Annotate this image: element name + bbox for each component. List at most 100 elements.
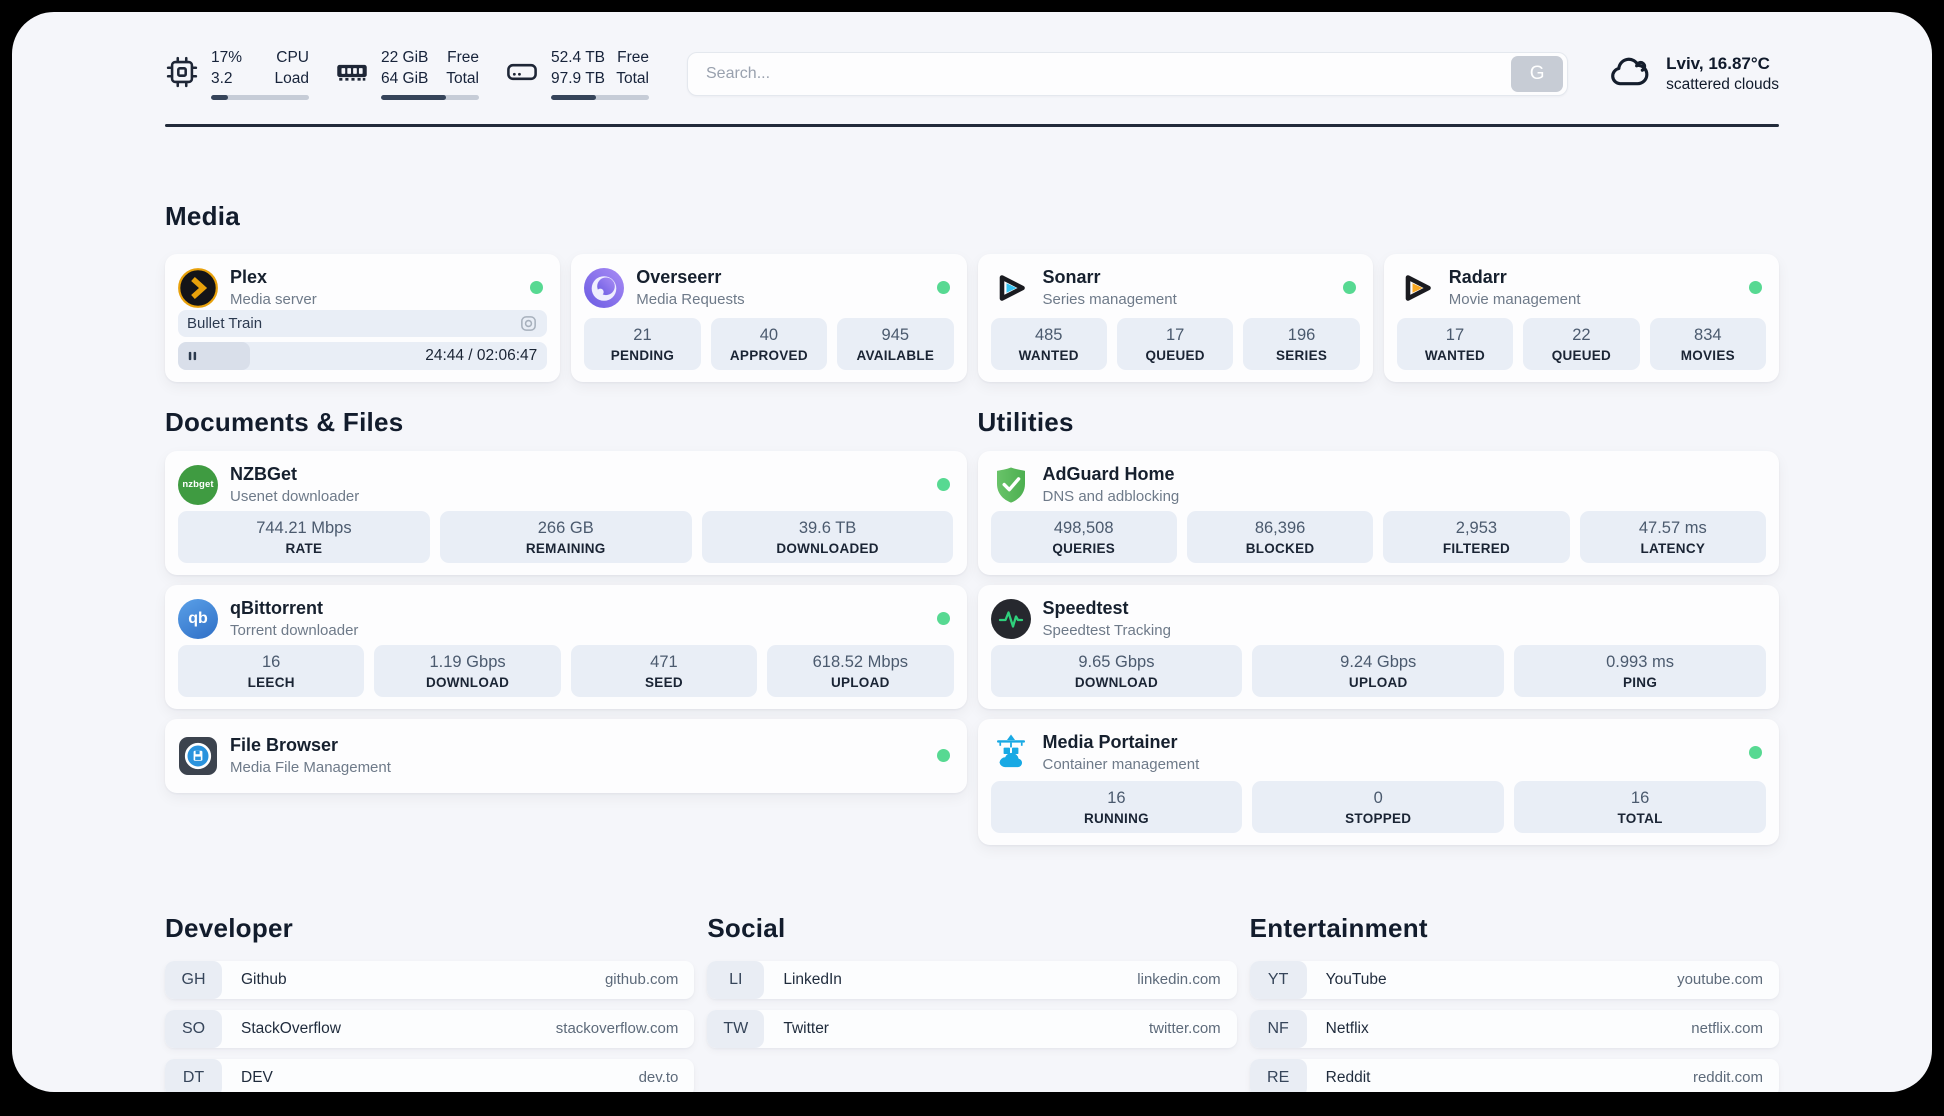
sonarr-icon (991, 268, 1031, 308)
nzbget-icon: nzbget (178, 464, 218, 505)
bookmark-abbr: LI (707, 960, 765, 999)
media-card-row: Plex Media server Bullet Train 24:44 / 0… (165, 253, 1779, 382)
card-title: Radarr (1448, 266, 1507, 287)
plex-icon (178, 267, 218, 308)
search-provider-button[interactable]: G (1511, 56, 1564, 92)
bookmark-abbr: RE (1249, 1058, 1307, 1092)
bookmark-reddit[interactable]: RE Reddit reddit.com (1249, 1058, 1779, 1092)
bookmark-twitter[interactable]: TW Twitter twitter.com (707, 1009, 1237, 1048)
bookmark-abbr: SO (165, 1009, 222, 1048)
now-playing-row: Bullet Train (178, 309, 548, 337)
search-bar: G (687, 52, 1569, 96)
card-subtitle: Media Requests (636, 291, 745, 308)
status-dot (1342, 281, 1356, 294)
stat-box: 485 WANTED (990, 318, 1107, 370)
stat-box: 16 LEECH (178, 645, 365, 697)
two-column-section: Documents & Files nzbget NZBGet Usenet d… (165, 407, 1779, 855)
speedtest-card[interactable]: Speedtest Speedtest Tracking 9.65 Gbps D… (977, 584, 1779, 709)
speedtest-icon (990, 598, 1031, 639)
stat-box: 16 TOTAL (1514, 781, 1766, 833)
radarr-card[interactable]: Radarr Movie management 17 WANTED 22 QUE… (1383, 253, 1779, 382)
radarr-icon (1397, 268, 1437, 308)
portainer-card[interactable]: Media Portainer Container management 16 … (977, 718, 1779, 845)
overseerr-card[interactable]: Overseerr Media Requests 21 PENDING 40 A… (571, 253, 967, 382)
card-subtitle: Media File Management (230, 759, 391, 776)
plex-card[interactable]: Plex Media server Bullet Train 24:44 / 0… (165, 253, 561, 382)
stat-box: 2,953 FILTERED (1383, 511, 1570, 563)
stat-box: 498,508 QUERIES (990, 511, 1177, 563)
memory-icon (335, 55, 369, 94)
search-input[interactable] (687, 52, 1569, 96)
adguard-icon (991, 465, 1031, 505)
bookmark-abbr: YT (1249, 960, 1307, 999)
bookmark-netflix[interactable]: NF Netflix netflix.com (1249, 1009, 1779, 1048)
status-dot (1749, 746, 1762, 759)
nzbget-card[interactable]: nzbget NZBGet Usenet downloader 744.21 M… (165, 450, 967, 575)
bookmark-name: DEV (241, 1068, 273, 1086)
pause-icon (186, 349, 199, 362)
card-subtitle: Speedtest Tracking (1042, 622, 1171, 639)
weather-condition: scattered clouds (1666, 76, 1779, 93)
section-title-social: Social (707, 912, 786, 943)
cpu-icon (165, 55, 199, 94)
stat-box: 945 AVAILABLE (837, 318, 954, 370)
overseerr-icon (584, 267, 625, 308)
stat-box: 744.21 Mbps RATE (178, 511, 430, 563)
card-subtitle: Movie management (1448, 291, 1581, 308)
bookmark-url: dev.to (638, 1069, 679, 1086)
stat-box: 86,396 BLOCKED (1186, 511, 1374, 563)
portainer-icon (991, 733, 1031, 773)
disk-widget: 52.4 TB 97.9 TB Free Total (505, 48, 649, 100)
stat-box: 471 SEED (570, 645, 758, 697)
stat-box: 9.24 Gbps UPLOAD (1252, 645, 1505, 697)
bookmark-url: twitter.com (1148, 1020, 1221, 1037)
card-subtitle: Torrent downloader (230, 622, 359, 639)
sonarr-card[interactable]: Sonarr Series management 485 WANTED 17 Q… (977, 253, 1373, 382)
bookmarks-developer: Developer GH Github github.com SO StackO… (165, 913, 695, 1092)
card-title: Sonarr (1042, 266, 1101, 287)
bookmark-abbr: GH (165, 960, 222, 999)
stat-box: 17 WANTED (1396, 318, 1514, 370)
utilities-column: Utilities AdGuard Home DNS and adblockin… (977, 406, 1779, 855)
bookmark-dev[interactable]: DT DEV dev.to (165, 1058, 695, 1092)
disk-labels: Free Total (616, 49, 649, 87)
bookmarks-social: Social LI LinkedIn linkedin.com TW Twitt… (707, 912, 1237, 1093)
bookmark-url: youtube.com (1677, 971, 1763, 988)
cpu-values: 17% 3.2 (211, 49, 243, 87)
qbittorrent-card[interactable]: qb qBittorrent Torrent downloader 16 LEE… (165, 584, 967, 709)
cpu-widget: 17% 3.2 CPU Load (165, 48, 309, 100)
disk-icon (505, 55, 539, 94)
card-subtitle: Series management (1042, 291, 1177, 308)
stat-box: 1.19 Gbps DOWNLOAD (374, 645, 561, 697)
card-title: Plex (230, 266, 268, 287)
weather-location-temp: Lviv, 16.87°C (1666, 54, 1770, 73)
status-dot (1749, 281, 1762, 294)
memory-values: 22 GiB 64 GiB (381, 49, 429, 87)
card-title: Media Portainer (1042, 731, 1178, 752)
disk-progress-bar (551, 94, 649, 100)
bookmark-linkedin[interactable]: LI LinkedIn linkedin.com (707, 960, 1237, 999)
cpu-progress-bar (211, 94, 309, 100)
bookmark-github[interactable]: GH Github github.com (165, 960, 695, 999)
bookmark-name: YouTube (1325, 970, 1387, 988)
bookmark-stackoverflow[interactable]: SO StackOverflow stackoverflow.com (165, 1009, 695, 1048)
stat-box: 16 RUNNING (990, 781, 1243, 833)
qbittorrent-icon: qb (178, 598, 218, 639)
bookmark-abbr: NF (1249, 1009, 1307, 1048)
stat-box: 21 PENDING (584, 318, 701, 370)
disk-values: 52.4 TB 97.9 TB (551, 49, 606, 87)
status-dot (936, 612, 950, 625)
adguard-card[interactable]: AdGuard Home DNS and adblocking 498,508 … (977, 450, 1779, 575)
stat-box: 40 APPROVED (710, 318, 828, 370)
section-title-utilities: Utilities (977, 406, 1074, 437)
stat-box: 196 SERIES (1243, 318, 1360, 370)
status-dot (936, 281, 950, 294)
filebrowser-card[interactable]: File Browser Media File Management (165, 718, 967, 793)
stat-box: 618.52 Mbps UPLOAD (767, 645, 954, 697)
section-title-documents: Documents & Files (165, 406, 404, 437)
weather-widget: Lviv, 16.87°C scattered clouds (1606, 52, 1779, 97)
bookmark-youtube[interactable]: YT YouTube youtube.com (1249, 960, 1779, 999)
bookmark-name: StackOverflow (241, 1019, 341, 1037)
memory-labels: Free Total (446, 49, 479, 87)
bookmark-url: stackoverflow.com (555, 1020, 679, 1037)
